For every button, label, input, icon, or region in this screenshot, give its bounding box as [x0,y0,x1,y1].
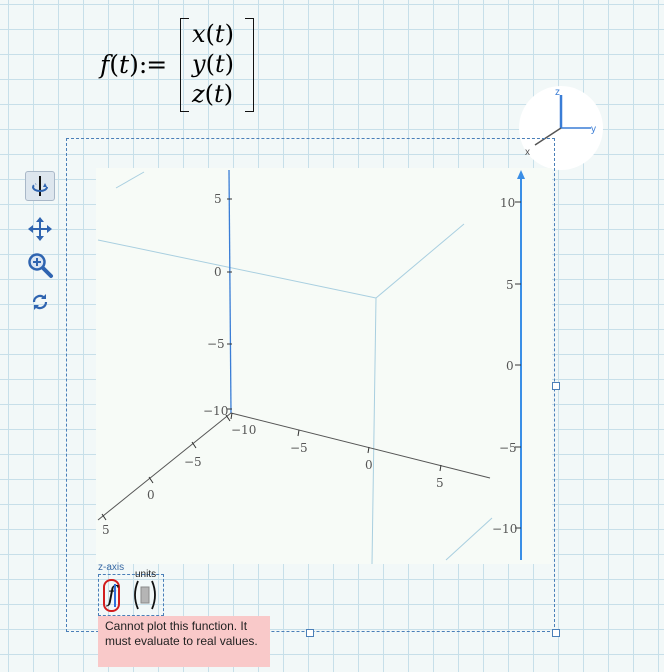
resize-handle-corner[interactable] [552,629,560,637]
gizmo-y-label: y [591,124,596,135]
formula-lhs: f(t):= [100,50,167,79]
x-axis-line [97,412,232,521]
colorbar-tick-label: 10 [500,196,515,210]
y-tick-label: −10 [231,423,256,437]
colorbar-tick-label: 0 [506,359,514,373]
y-tick [230,412,233,420]
y-tick [297,429,300,437]
reset-icon [32,294,48,310]
colorbar-arrow [517,170,525,179]
y-tick-label: 0 [365,458,373,472]
y-tick-label: 5 [436,476,444,490]
zoom-tool-button[interactable] [25,250,55,280]
pan-icon [28,217,52,241]
x-tick-label: −5 [184,455,202,469]
z-axis-line [228,169,232,414]
vector-component-z: z(t) [192,80,234,108]
plot-area[interactable]: 5 0 −5 −10 5 0 −5 −10 −5 0 5 10 5 0 −5 −… [96,168,552,565]
y-tick-label: −5 [290,441,308,455]
plot-3d-canvas: 5 0 −5 −10 5 0 −5 −10 −5 0 5 10 5 0 −5 −… [97,169,525,565]
function-placeholder[interactable]: f [103,579,120,612]
z-tick-label: 0 [214,265,222,279]
colorbar-tick-label: 5 [506,278,514,292]
box-edge [445,517,493,561]
x-tick-label: 5 [102,523,110,537]
text-cursor [114,584,116,607]
function-definition[interactable]: f(t):= x(t) y(t) z(t) [100,14,260,114]
vector-component-x: x(t) [192,20,234,48]
zoom-icon [28,253,53,278]
units-bracket-icon [134,580,156,610]
gizmo-z-label: z [555,87,560,98]
pan-tool-button[interactable] [25,214,55,244]
matrix-left-bracket [180,18,189,112]
reset-view-button[interactable] [25,287,55,317]
box-edge [371,297,377,565]
y-axis-line [230,412,491,479]
z-tick-label: −10 [203,404,228,418]
resize-handle-bottom[interactable] [306,629,314,637]
resize-handle-right[interactable] [552,382,560,390]
colorbar-tick-label: −10 [492,522,517,536]
box-edge [115,171,145,189]
z-tick-label: −5 [207,337,225,351]
vector-component-y: y(t) [192,50,234,78]
error-message: Cannot plot this function. It must evalu… [98,616,270,667]
box-edge [97,239,377,299]
box-edge [375,223,465,299]
z-axis-label: z-axis [98,562,125,573]
colorbar-tick-label: −5 [499,441,517,455]
rotate-tool-button[interactable] [25,171,55,201]
x-tick-label: 0 [147,488,155,502]
z-tick-label: 5 [214,192,222,206]
rotate-icon [32,176,48,196]
units-placeholder[interactable] [131,578,159,612]
